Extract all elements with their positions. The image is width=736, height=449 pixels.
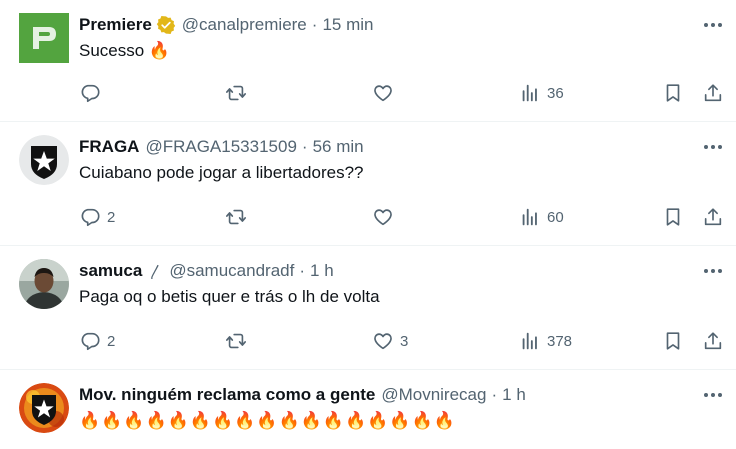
share-button[interactable] <box>702 330 724 352</box>
reply-button[interactable]: 2 <box>79 206 115 228</box>
premiere-avatar[interactable] <box>19 13 69 63</box>
bookmark-icon <box>666 84 680 102</box>
tweet[interactable]: FRAGA @FRAGA15331509 · 56 min Cuiabano p… <box>0 122 736 246</box>
bookmark-icon <box>666 332 680 350</box>
tweet-actions: 36 <box>79 82 724 106</box>
bookmark-button[interactable] <box>662 330 684 352</box>
samuca-avatar[interactable] <box>19 259 69 309</box>
retweet-icon <box>226 333 246 349</box>
display-name[interactable]: Premiere <box>79 15 152 35</box>
heart-icon <box>374 85 392 102</box>
separator-dot: · <box>311 15 318 34</box>
analytics-icon <box>522 332 537 350</box>
like-button[interactable] <box>372 82 400 104</box>
tweet-actions: 2 3 378 <box>79 330 724 354</box>
views-count: 378 <box>547 332 573 350</box>
share-icon <box>704 208 722 226</box>
retweet-button[interactable] <box>225 206 253 228</box>
views-count: 60 <box>547 208 564 226</box>
tweet-header: FRAGA @FRAGA15331509 · 56 min <box>79 135 364 159</box>
heart-icon <box>374 333 392 350</box>
tweet-header: samuca 〳 @samucandradf · 1 h <box>79 259 334 283</box>
user-handle[interactable]: @samucandradf <box>169 261 294 281</box>
reply-count: 2 <box>107 208 116 226</box>
tweet-text: Paga oq o betis quer e trás o lh de volt… <box>79 287 380 306</box>
views-button[interactable]: 378 <box>519 330 572 352</box>
tweet-actions: 2 60 <box>79 206 724 230</box>
tweet-header: Mov. ninguém reclama como a gente @Movni… <box>79 383 526 407</box>
reply-button[interactable] <box>79 82 107 104</box>
tweet-text: 🔥🔥🔥🔥🔥🔥🔥🔥🔥🔥🔥🔥🔥🔥🔥🔥🔥 <box>79 411 456 430</box>
user-handle[interactable]: @FRAGA15331509 <box>145 137 296 157</box>
bookmark-button[interactable] <box>662 82 684 104</box>
analytics-icon <box>522 208 537 226</box>
views-button[interactable]: 36 <box>519 82 564 104</box>
more-options-icon[interactable] <box>702 15 724 35</box>
more-options-icon[interactable] <box>702 137 724 157</box>
tweet[interactable]: Premiere @canalpremiere · 15 min Sucesso… <box>0 0 736 122</box>
tweet-text: Sucesso 🔥 <box>79 41 171 60</box>
tweet[interactable]: samuca 〳 @samucandradf · 1 h Paga oq o b… <box>0 246 736 370</box>
name-emoji-badge: 〳 <box>148 263 164 281</box>
share-button[interactable] <box>702 82 724 104</box>
retweet-button[interactable] <box>225 330 253 352</box>
reply-icon <box>81 84 100 103</box>
heart-icon <box>374 209 392 226</box>
timestamp[interactable]: 15 min <box>322 15 373 35</box>
share-icon <box>704 84 722 102</box>
retweet-button[interactable] <box>225 82 253 104</box>
more-options-icon[interactable] <box>702 261 724 281</box>
user-handle[interactable]: @canalpremiere <box>182 15 307 35</box>
like-button[interactable] <box>372 206 400 228</box>
reply-icon <box>81 208 100 227</box>
like-button[interactable]: 3 <box>372 330 408 352</box>
reply-button[interactable]: 2 <box>79 330 115 352</box>
more-options-icon[interactable] <box>702 385 724 405</box>
analytics-icon <box>522 84 537 102</box>
share-button[interactable] <box>702 206 724 228</box>
share-icon <box>704 332 722 350</box>
tweet[interactable]: Mov. ninguém reclama como a gente @Movni… <box>0 370 736 449</box>
timestamp[interactable]: 56 min <box>313 137 364 157</box>
bookmark-button[interactable] <box>662 206 684 228</box>
retweet-icon <box>226 209 246 225</box>
fraga-avatar[interactable] <box>19 135 69 185</box>
reply-icon <box>81 332 100 351</box>
bookmark-icon <box>666 208 680 226</box>
reply-count: 2 <box>107 332 116 350</box>
tweet-header: Premiere @canalpremiere · 15 min <box>79 13 373 37</box>
user-handle[interactable]: @Movnirecag <box>381 385 486 405</box>
display-name[interactable]: samuca <box>79 261 142 281</box>
timestamp[interactable]: 1 h <box>502 385 526 405</box>
views-button[interactable]: 60 <box>519 206 564 228</box>
display-name[interactable]: Mov. ninguém reclama como a gente <box>79 385 375 405</box>
views-count: 36 <box>547 84 564 102</box>
display-name[interactable]: FRAGA <box>79 137 139 157</box>
retweet-icon <box>226 85 246 101</box>
movnirecag-avatar[interactable] <box>19 383 69 433</box>
tweet-text: Cuiabano pode jogar a libertadores?? <box>79 163 364 182</box>
separator-dot: · <box>299 261 306 280</box>
timestamp[interactable]: 1 h <box>310 261 334 281</box>
separator-dot: · <box>301 137 308 156</box>
separator-dot: · <box>491 385 498 404</box>
verified-badge-icon[interactable] <box>156 15 176 35</box>
like-count: 3 <box>400 332 409 350</box>
